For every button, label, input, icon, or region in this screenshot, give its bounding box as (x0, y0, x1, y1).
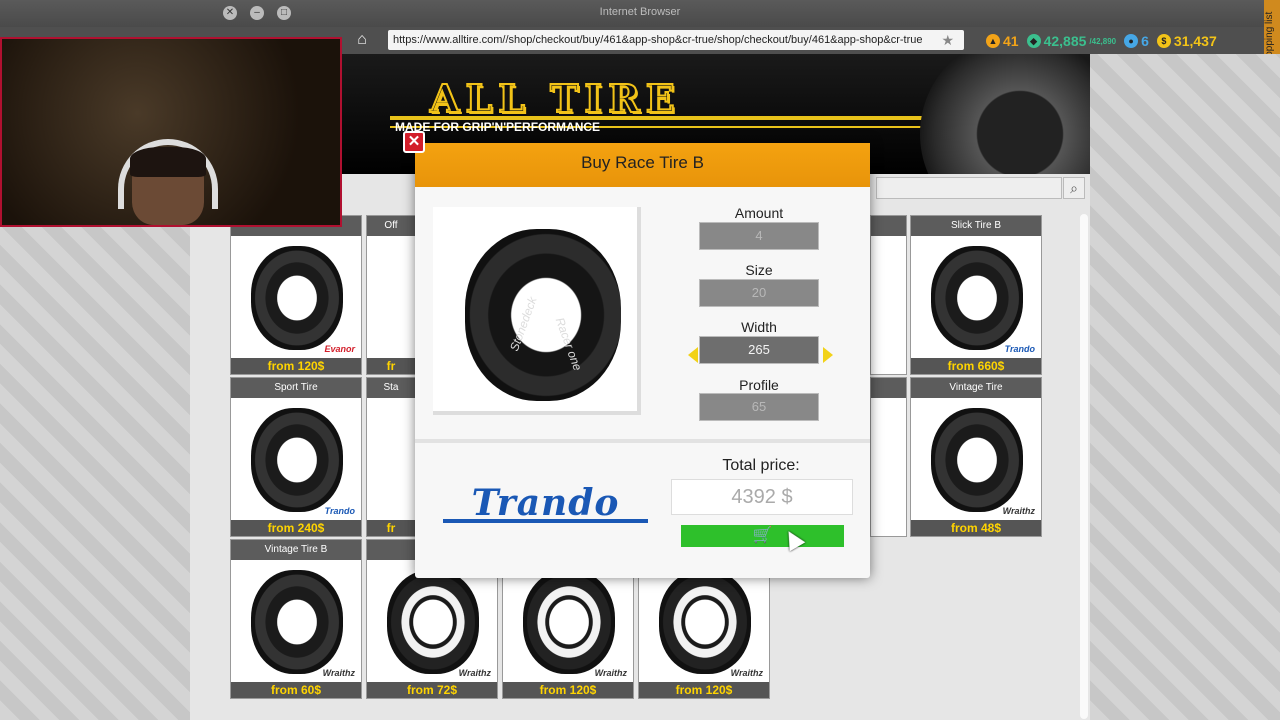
level-stat: ▲ 41 (986, 33, 1019, 49)
total-price-value: 4392 $ (671, 479, 853, 515)
page-background-right (1090, 54, 1280, 720)
tokens-value: 6 (1141, 33, 1149, 49)
brand-logo: Wraithz (322, 668, 355, 678)
product-card[interactable]: Vintage Tire B Wraithz from 60$ (230, 539, 362, 699)
product-title: Vintage Tire B (231, 540, 361, 560)
product-card[interactable] (870, 215, 907, 375)
brand-logo: Trando (1004, 344, 1035, 354)
tire-image (251, 246, 343, 350)
tire-image (387, 570, 479, 674)
brand-logo: Wraithz (730, 668, 763, 678)
amount-field[interactable]: 4 (699, 222, 819, 250)
money-stat: $ 31,437 (1156, 33, 1217, 49)
site-logo[interactable]: ALL TIRE (429, 75, 681, 122)
player-stats: ▲ 41 ◆ 42,885 /42,890 ● 6 $ 31,437 (986, 31, 1217, 51)
webcam-overlay (0, 37, 342, 227)
page-scrollbar[interactable] (1080, 214, 1088, 719)
brand-logo: Wraithz (458, 668, 491, 678)
token-icon: ● (1124, 34, 1139, 48)
tokens-stat: ● 6 (1124, 33, 1149, 49)
xp-value: 42,885 (1043, 33, 1087, 49)
close-icon[interactable]: ✕ (403, 131, 425, 153)
profile-field[interactable]: 65 (699, 393, 819, 421)
product-price: fr (367, 520, 415, 536)
tire-image (659, 570, 751, 674)
product-card[interactable]: Sta fr (366, 377, 416, 537)
product-title: Sta (367, 378, 415, 398)
site-tagline: MADE FOR GRIP'N'PERFORMANCE (395, 120, 601, 134)
money-icon: $ (1156, 34, 1171, 48)
star-icon[interactable]: ★ (941, 30, 954, 50)
level-value: 41 (1003, 33, 1019, 49)
brand-logo: Trando (324, 506, 355, 516)
product-title-partial (871, 378, 906, 398)
product-price: from 48$ (911, 520, 1041, 536)
search-icon[interactable]: ⌕ (1063, 177, 1085, 199)
product-title: Slick Tire B (911, 216, 1041, 236)
product-image: Stonedeck Racer one (433, 207, 641, 415)
xp-icon: ◆ (1026, 34, 1041, 48)
product-card[interactable]: Sport Tire Trando from 240$ (230, 377, 362, 537)
window-titlebar: ✕ – □ Internet Browser (0, 0, 1280, 27)
tire-image (931, 408, 1023, 512)
url-text: https://www.alltire.com//shop/checkout/b… (393, 34, 923, 46)
tire-image (931, 246, 1023, 350)
product-price: from 240$ (231, 520, 361, 536)
banner-tire-image (920, 54, 1090, 174)
brand-logo: Wraithz (594, 668, 627, 678)
search-input[interactable] (876, 177, 1062, 199)
xp-sub: /42,890 (1089, 36, 1117, 46)
xp-stat: ◆ 42,885 /42,890 (1026, 33, 1117, 49)
product-price: from 72$ (367, 682, 497, 698)
dialog-title: Buy Race Tire B (415, 143, 870, 187)
width-field[interactable]: 265 (699, 336, 819, 364)
profile-label: Profile (739, 377, 779, 393)
product-card[interactable]: Evanor from 120$ (230, 215, 362, 375)
streamer-hair (130, 147, 206, 177)
product-title: Vintage Tire (911, 378, 1041, 398)
product-price: from 660$ (911, 358, 1041, 374)
product-card[interactable]: Slick Tire B Trando from 660$ (910, 215, 1042, 375)
product-card[interactable]: Off fr (366, 215, 416, 375)
product-title: Sport Tire (231, 378, 361, 398)
brand-logo: Evanor (324, 344, 355, 354)
width-next-arrow-icon[interactable] (823, 347, 833, 363)
product-title: Off (367, 216, 415, 236)
tire-image (251, 570, 343, 674)
money-value: 31,437 (1173, 33, 1217, 49)
width-label: Width (741, 319, 777, 335)
buy-button[interactable]: 🛒 (681, 525, 844, 547)
cart-icon: 🛒 (752, 527, 773, 544)
size-field[interactable]: 20 (699, 279, 819, 307)
product-title-partial (871, 216, 906, 236)
brand-logo: Wraithz (1002, 506, 1035, 516)
total-price-label: Total price: (722, 457, 800, 474)
product-price: fr (367, 358, 415, 374)
product-card[interactable] (870, 377, 907, 537)
dialog-divider (415, 439, 870, 443)
tire-image (251, 408, 343, 512)
product-price: from 120$ (503, 682, 633, 698)
url-field[interactable]: https://www.alltire.com//shop/checkout/b… (388, 30, 964, 50)
product-price: from 120$ (231, 358, 361, 374)
product-price: from 120$ (639, 682, 769, 698)
brand-logo: Trando (443, 483, 648, 523)
level-icon: ▲ (986, 34, 1000, 48)
width-prev-arrow-icon[interactable] (688, 347, 698, 363)
product-price: from 60$ (231, 682, 361, 698)
home-icon[interactable]: ⌂ (352, 30, 372, 50)
tire-image (465, 229, 621, 401)
product-card[interactable]: Vintage Tire Wraithz from 48$ (910, 377, 1042, 537)
size-label: Size (745, 262, 773, 278)
window-title: Internet Browser (599, 6, 681, 18)
amount-label: Amount (734, 205, 784, 221)
buy-dialog: Buy Race Tire B Stonedeck Racer one Amou… (415, 143, 870, 578)
tire-image (523, 570, 615, 674)
